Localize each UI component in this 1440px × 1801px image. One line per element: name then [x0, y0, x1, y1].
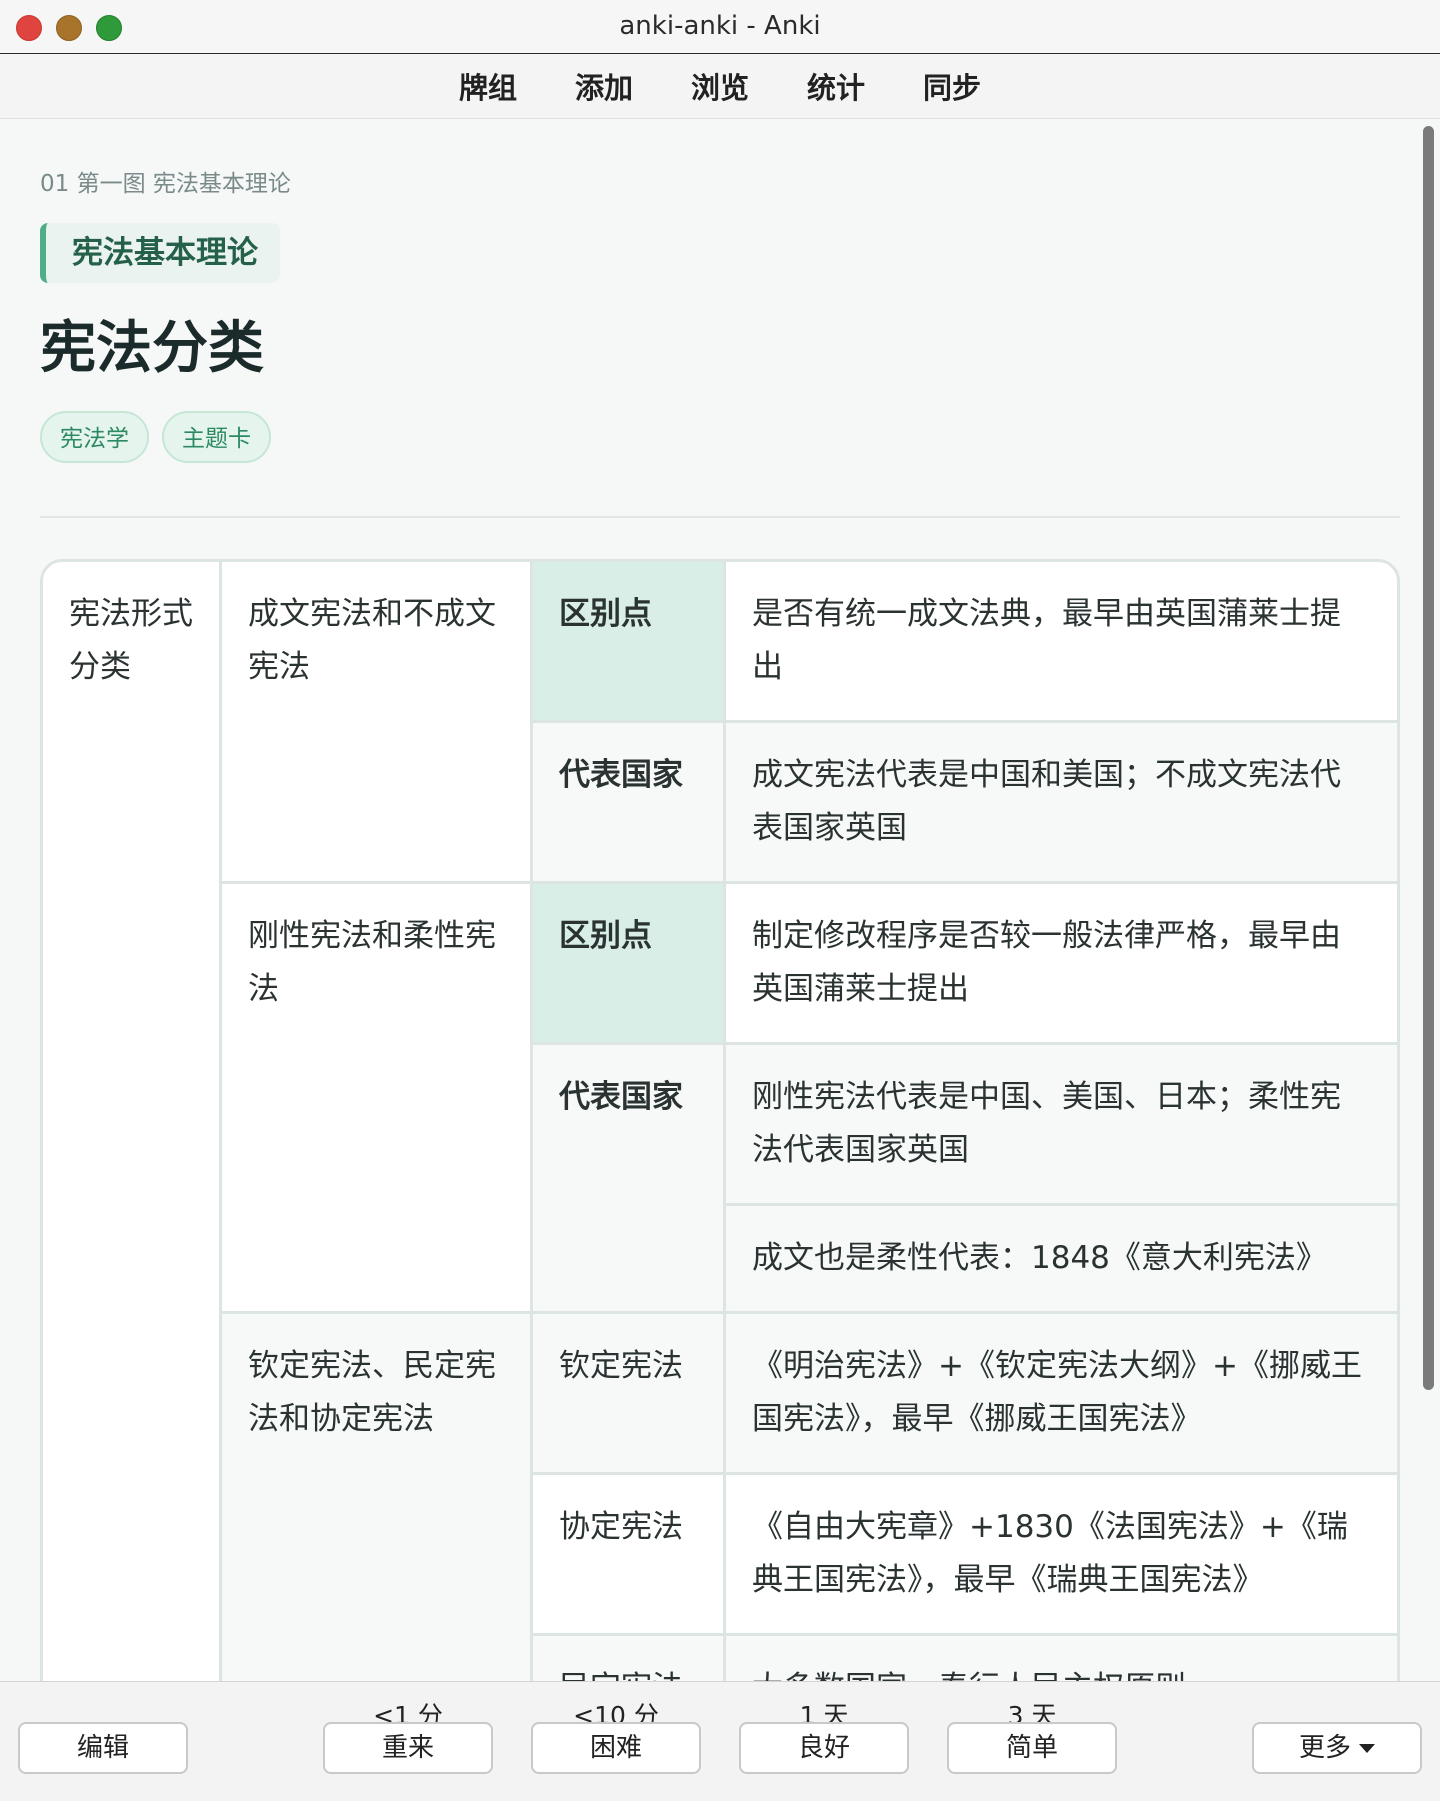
value-cell: 《自由大宪章》+1830《法国宪法》+《瑞典王国宪法》，最早《瑞典王国宪法》 [723, 1472, 1397, 1636]
section-label: 宪法基本理论 [40, 223, 280, 283]
value-cell: 制定修改程序是否较一般法律严格，最早由英国蒲莱士提出 [723, 881, 1397, 1045]
value-cell: 大多数国家，奉行人民主权原则 [723, 1633, 1397, 1681]
tag-pill: 宪法学 [40, 411, 149, 463]
key-cell: 区别点 [530, 562, 726, 723]
classification-table: 宪法形式分类 成文宪法和不成文宪法 区别点 是否有统一成文法典，最早由英国蒲莱士… [40, 559, 1400, 1681]
deck-breadcrumb: 01 第一图 宪法基本理论 [40, 171, 291, 197]
key-cell: 钦定宪法 [530, 1311, 726, 1475]
nav-browse[interactable]: 浏览 [691, 65, 749, 107]
nav-decks[interactable]: 牌组 [459, 65, 517, 107]
nav-sync[interactable]: 同步 [923, 65, 981, 107]
title-bar: anki-anki - Anki [0, 0, 1440, 54]
table-row: 刚性宪法和柔性宪法 区别点 制定修改程序是否较一般法律严格，最早由英国蒲莱士提出 [43, 881, 1397, 1314]
key-cell: 民定宪法 [531, 1633, 726, 1681]
window-title: anki-anki - Anki [619, 11, 821, 41]
group-cell: 成文宪法和不成文宪法 [219, 562, 533, 884]
value-cell: 《明治宪法》+《钦定宪法大纲》+《挪威王国宪法》，最早《挪威王国宪法》 [723, 1311, 1397, 1475]
group-cell: 刚性宪法和柔性宪法 [220, 881, 533, 1314]
category-cell: 宪法形式分类 [43, 562, 222, 1681]
key-cell: 区别点 [530, 881, 726, 1045]
value-cell: 刚性宪法代表是中国、美国、日本；柔性宪法代表国家英国 [723, 1042, 1397, 1206]
tag-pill: 主题卡 [162, 411, 271, 463]
divider [40, 516, 1400, 518]
top-toolbar: 牌组 添加 浏览 统计 同步 [0, 54, 1440, 119]
scrollbar-thumb[interactable] [1423, 126, 1434, 1390]
hard-button[interactable]: 困难 [531, 1722, 701, 1774]
card-view: 01 第一图 宪法基本理论 宪法基本理论 宪法分类 宪法学 主题卡 宪法形式分类… [0, 119, 1420, 1681]
value-cell: 成文也是柔性代表：1848《意大利宪法》 [724, 1203, 1397, 1314]
card-title: 宪法分类 [40, 316, 264, 381]
nav-add[interactable]: 添加 [575, 65, 633, 107]
table-row: 宪法形式分类 成文宪法和不成文宪法 区别点 是否有统一成文法典，最早由英国蒲莱士… [43, 562, 1397, 1681]
group-cell: 钦定宪法、民定宪法和协定宪法 [220, 1311, 533, 1681]
value-cell: 成文宪法代表是中国和美国；不成文宪法代表国家英国 [723, 720, 1397, 884]
chevron-down-icon [1359, 1744, 1375, 1753]
good-button[interactable]: 良好 [739, 1722, 909, 1774]
easy-button[interactable]: 简单 [947, 1722, 1117, 1774]
value-cell: 是否有统一成文法典，最早由英国蒲莱士提出 [723, 562, 1397, 723]
key-cell: 代表国家 [531, 720, 726, 884]
edit-button[interactable]: 编辑 [18, 1722, 188, 1774]
key-cell: 代表国家 [531, 1042, 726, 1314]
key-cell: 协定宪法 [531, 1472, 726, 1636]
again-button[interactable]: 重来 [323, 1722, 493, 1774]
table-row: 钦定宪法、民定宪法和协定宪法 钦定宪法 《明治宪法》+《钦定宪法大纲》+《挪威王… [43, 1311, 1397, 1681]
table: 宪法形式分类 成文宪法和不成文宪法 区别点 是否有统一成文法典，最早由英国蒲莱士… [43, 562, 1397, 1681]
more-label: 更多 [1298, 1733, 1351, 1763]
answer-bar: 编辑 <1 分 重来 <10 分 困难 1 天 良好 3 天 简单 更多 [0, 1681, 1440, 1801]
nav-stats[interactable]: 统计 [807, 65, 865, 107]
more-button[interactable]: 更多 [1252, 1722, 1422, 1774]
